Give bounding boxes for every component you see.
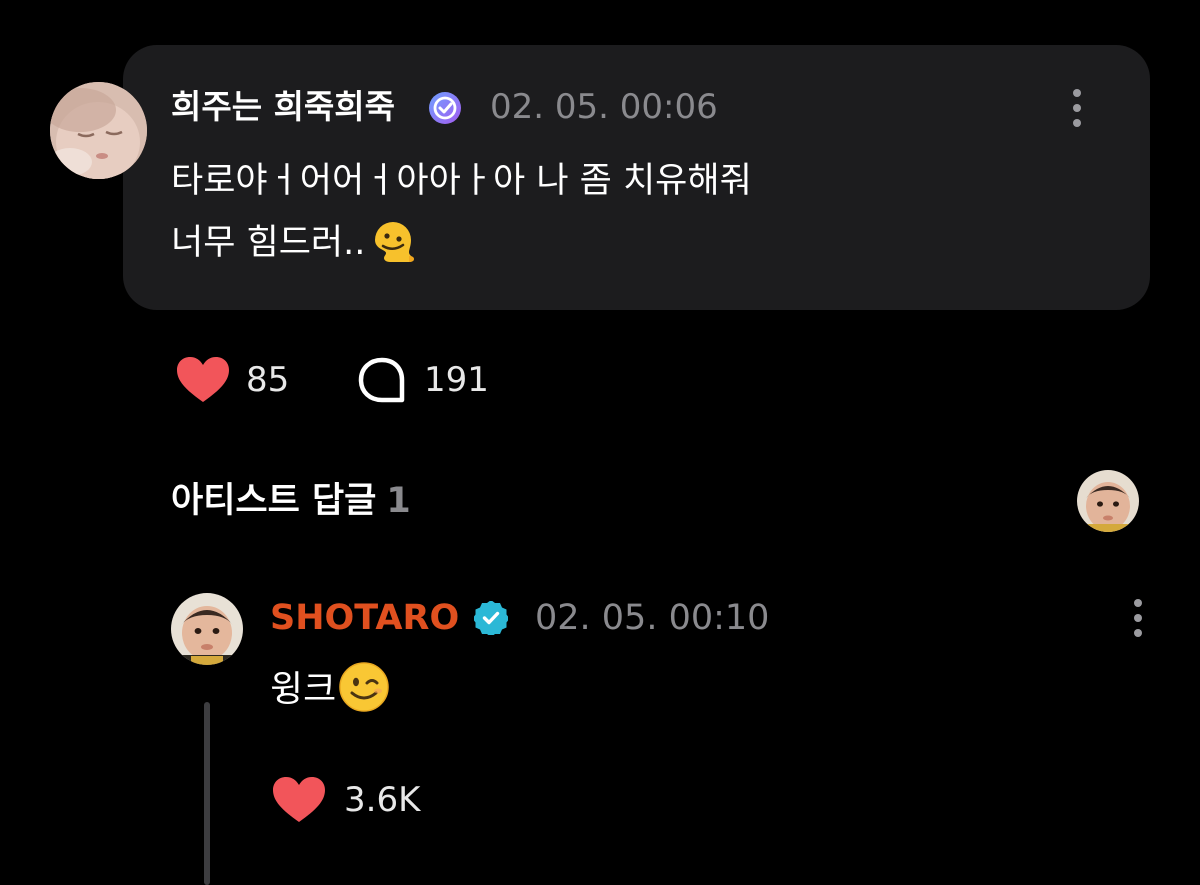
post-body-line2: 너무 힘드러..: [171, 223, 366, 263]
like-count: 85: [246, 360, 290, 400]
like-button[interactable]: 85: [176, 356, 289, 404]
winking-face-emoji: [339, 662, 389, 712]
comment-button[interactable]: 191: [356, 356, 489, 404]
heart-icon: [273, 777, 325, 822]
post-body-line1: 타로야ㅓ어어ㅓ아아ㅏ아 나 좀 치유해줘: [171, 161, 752, 201]
heart-icon: [177, 357, 229, 402]
reply-like-button[interactable]: 3.6K: [272, 776, 420, 824]
reply-timestamp: 02. 05. 00:10: [535, 598, 770, 638]
post-author-name[interactable]: 희주는 희죽희죽: [171, 85, 395, 129]
post-body: 타로야ㅓ어어ㅓ아아ㅏ아 나 좀 치유해줘 너무 힘드러..: [171, 150, 1111, 274]
thread-connector-line: [204, 702, 210, 885]
artist-replies-title: 아티스트 답글 1: [171, 476, 411, 526]
artist-avatar-small[interactable]: [1077, 470, 1139, 532]
artist-replies-count: 1: [386, 481, 411, 521]
reply-like-count: 3.6K: [344, 780, 421, 820]
artist-replies-label: 아티스트 답글: [171, 481, 377, 521]
post-timestamp: 02. 05. 00:06: [490, 87, 718, 127]
reply-more-options-icon[interactable]: [1134, 599, 1142, 639]
melting-face-emoji: [375, 222, 415, 262]
post-author-avatar[interactable]: [50, 82, 147, 179]
reply-author-name[interactable]: SHOTARO: [270, 596, 459, 640]
verified-badge-icon: [429, 92, 461, 124]
comment-bubble-icon: [358, 357, 405, 403]
reply-body: 윙크: [270, 660, 390, 720]
more-options-icon[interactable]: [1073, 89, 1081, 129]
reply-body-text: 윙크: [270, 669, 337, 710]
verified-badge-icon: [474, 601, 508, 635]
reply-author-avatar[interactable]: [171, 593, 243, 665]
comment-count: 191: [424, 360, 489, 400]
